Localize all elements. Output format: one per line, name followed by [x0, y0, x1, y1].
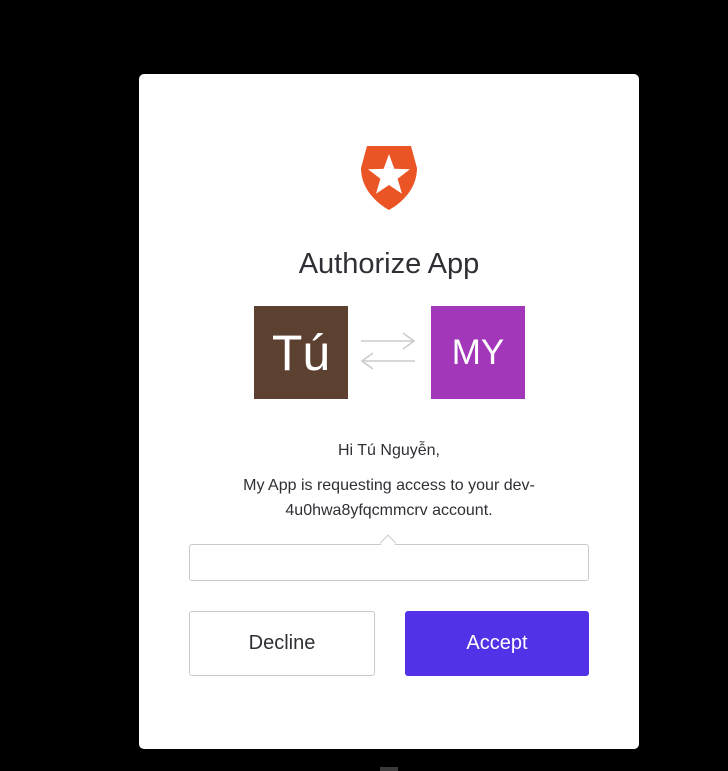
access-request-message: My App is requesting access to your dev-… — [243, 477, 535, 519]
accept-button[interactable]: Accept — [405, 611, 589, 676]
app-avatar: MY — [431, 306, 525, 399]
swap-arrows-icon — [360, 332, 416, 370]
app-avatar-initials: MY — [451, 332, 505, 372]
page-backdrop: Authorize App Tú MY Hi Tú Nguyễn, My App… — [0, 0, 728, 771]
bottom-edge-mark — [380, 767, 398, 771]
decline-button[interactable]: Decline — [189, 611, 375, 676]
greeting-text: Hi Tú Nguyễn, — [338, 442, 440, 459]
dialog-title: Authorize App — [298, 248, 480, 280]
authorize-dialog: Authorize App Tú MY Hi Tú Nguyễn, My App… — [139, 74, 639, 749]
auth0-logo-icon — [361, 146, 417, 210]
user-avatar: Tú — [254, 306, 348, 399]
user-avatar-initials: Tú — [271, 324, 331, 381]
